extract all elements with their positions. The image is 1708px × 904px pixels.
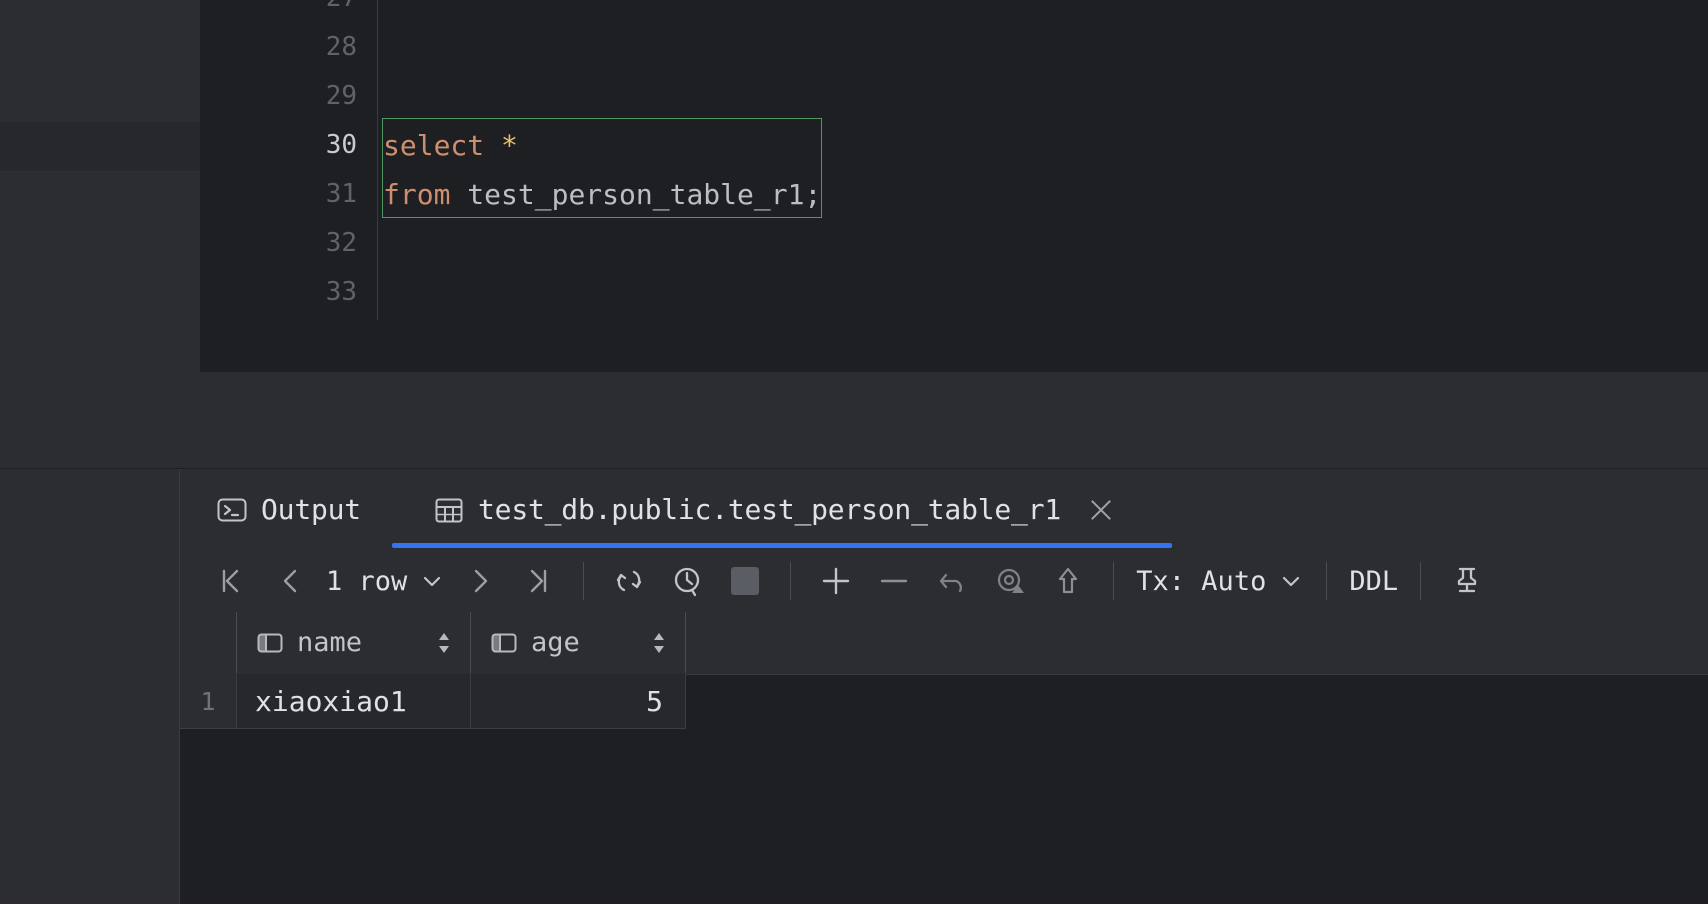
tab-result-set[interactable]: test_db.public.test_person_table_r1 [417,469,1132,550]
line-number: 31 [325,179,357,209]
sql-keyword-from: from [383,178,451,211]
tab-output-label: Output [261,493,361,526]
sql-keyword-select: select [383,129,485,162]
code-surface[interactable]: select * from test_person_table_r1; [378,0,1708,320]
panel-gap-fill [0,372,1708,469]
grid-header-row: name age [180,612,1708,675]
services-sidebar: 103 e 46 ms ble 46 ms [0,469,180,904]
prev-page-icon[interactable] [262,552,320,610]
first-page-icon[interactable] [204,552,262,610]
stop-icon[interactable] [716,552,774,610]
cell-name[interactable]: xiaoxiao1 [237,674,471,729]
last-page-icon[interactable] [509,552,567,610]
line-number-current: 30 [325,130,357,160]
line-number: 28 [325,32,357,62]
terminal-icon [216,494,248,526]
toolbar-separator [1420,562,1422,600]
tab-result-set-label: test_db.public.test_person_table_r1 [478,493,1062,526]
table-icon [433,494,465,526]
grid-header-filler [686,612,1708,673]
grid-header-name-label: name [297,627,363,658]
next-page-icon[interactable] [451,552,509,610]
ddl-button[interactable]: DDL [1343,566,1404,597]
row-count-selector[interactable]: 1 row [320,566,451,597]
chevron-down-icon [1278,568,1304,594]
toolbar-separator [1113,562,1115,600]
editor-bottom-filler [200,320,1708,372]
sql-table-identifier: test_person_table_r1 [450,178,805,211]
result-data-grid[interactable]: name age 1 xiaoxiao1 5 [180,612,1708,904]
chevron-down-icon [419,568,445,594]
grid-header-name[interactable]: name [237,612,471,673]
transaction-mode-label: Tx: Auto [1136,565,1267,597]
preview-eye-icon[interactable] [981,552,1039,610]
editor-main[interactable]: 27 28 29 30 31 32 33 select * from test_… [0,0,1708,320]
editor-left-strip [0,0,201,372]
submit-up-arrow-icon[interactable] [1039,552,1097,610]
tab-output[interactable]: Output [200,469,377,550]
sql-star: * [501,129,518,162]
sql-semicolon: ; [804,178,822,211]
grid-empty-area [180,730,1708,904]
refresh-icon[interactable] [600,552,658,610]
grid-header-age[interactable]: age [471,612,686,673]
sql-editor-area: 27 28 29 30 31 32 33 select * from test_… [0,0,1708,372]
results-tabbar: Output test_db.public.test_person_table_… [180,469,1708,550]
history-clock-icon[interactable] [658,552,716,610]
results-panel-content: Output test_db.public.test_person_table_… [180,469,1708,904]
line-number: 33 [325,277,357,307]
column-icon [489,628,519,658]
line-number: 32 [325,228,357,258]
row-number: 1 [180,674,237,729]
results-panel: 103 e 46 ms ble 46 ms Output [0,469,1708,904]
cell-age[interactable]: 5 [471,674,686,729]
toolbar-separator [583,562,585,600]
column-icon [255,628,285,658]
sort-arrows-icon[interactable] [434,628,454,658]
code-line-31[interactable]: from test_person_table_r1; [383,170,821,219]
plus-icon[interactable] [807,552,865,610]
close-icon[interactable] [1086,495,1116,525]
sort-arrows-icon[interactable] [649,628,669,658]
revert-arrow-icon[interactable] [923,552,981,610]
row-count-label: 1 row [326,565,408,597]
ide-window: 27 28 29 30 31 32 33 select * from test_… [0,0,1708,904]
grid-header-rownum [180,612,237,673]
minus-icon[interactable] [865,552,923,610]
code-line-30[interactable]: select * [383,121,518,170]
toolbar-separator [790,562,792,600]
table-row[interactable]: 1 xiaoxiao1 5 [180,674,1708,730]
line-number: 29 [325,81,357,111]
line-number-gutter: 27 28 29 30 31 32 33 [200,0,378,320]
transaction-mode-selector[interactable]: Tx: Auto [1130,566,1310,597]
active-tab-underline [392,543,1172,548]
ddl-label: DDL [1349,565,1399,597]
grid-header-age-label: age [531,627,580,658]
stop-square [731,567,760,595]
results-toolbar: 1 row Tx: Auto DDL [180,550,1708,612]
toolbar-separator [1326,562,1328,600]
panel-gap-band [0,372,1708,469]
line-number: 27 [237,0,357,23]
pin-icon[interactable] [1437,552,1495,610]
